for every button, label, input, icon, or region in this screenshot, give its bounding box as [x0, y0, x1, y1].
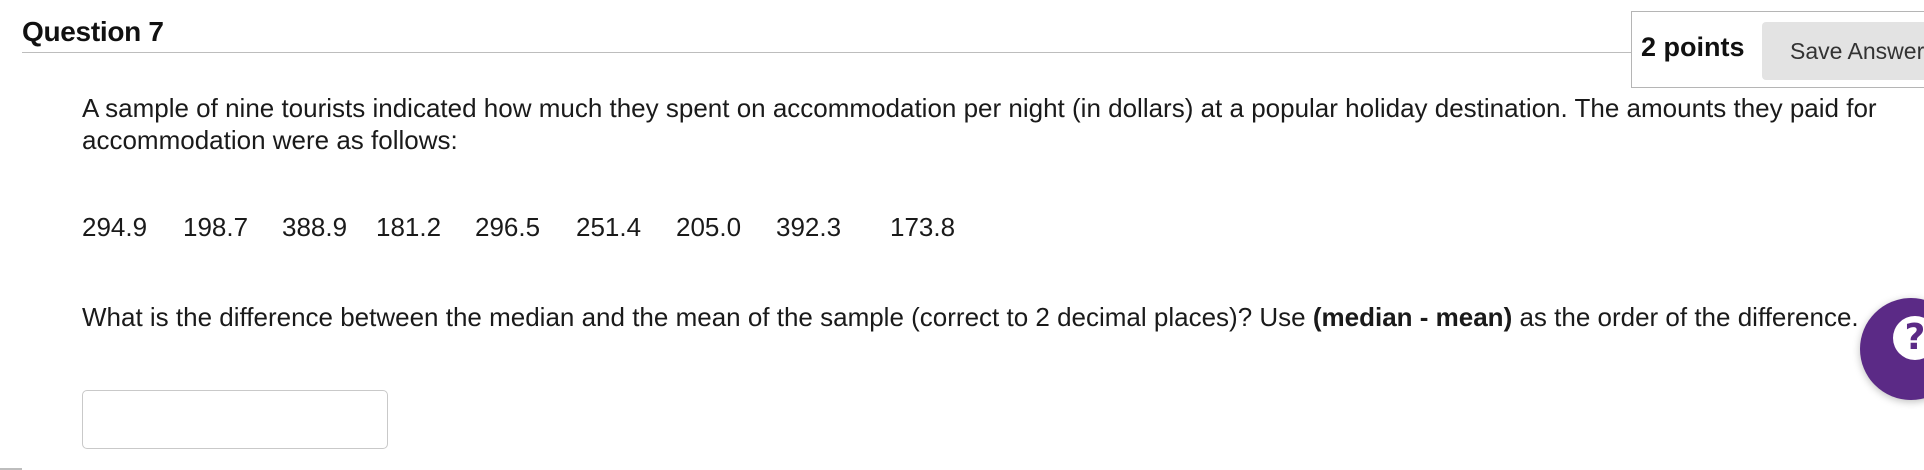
- answer-input[interactable]: [82, 390, 388, 449]
- data-value: 392.3: [776, 212, 842, 242]
- question-title: Question 7: [22, 16, 164, 47]
- title-divider: [22, 52, 1632, 53]
- save-answer-button[interactable]: Save Answer: [1762, 22, 1924, 80]
- question-text-part2: as the order of the difference.: [1512, 302, 1859, 332]
- data-value: 251.4: [576, 212, 642, 242]
- data-value: 388.9: [282, 212, 348, 242]
- points-label: 2 points: [1641, 32, 1745, 62]
- question-mark-icon: ?: [1893, 316, 1924, 360]
- question-prompt: A sample of nine tourists indicated how …: [82, 93, 1877, 155]
- data-value: 198.7: [183, 212, 249, 242]
- data-value: 173.8: [890, 212, 956, 242]
- data-value: 296.5: [475, 212, 541, 242]
- data-value: 205.0: [676, 212, 742, 242]
- question-text-part1: What is the difference between the media…: [82, 302, 1313, 332]
- question-page: Question 7 2 points Save Answer A sample…: [0, 0, 1924, 470]
- data-value: 181.2: [376, 212, 442, 242]
- question-text: What is the difference between the media…: [82, 301, 1882, 333]
- question-text-emphasis: (median - mean): [1312, 302, 1513, 332]
- data-value: 294.9: [82, 212, 148, 242]
